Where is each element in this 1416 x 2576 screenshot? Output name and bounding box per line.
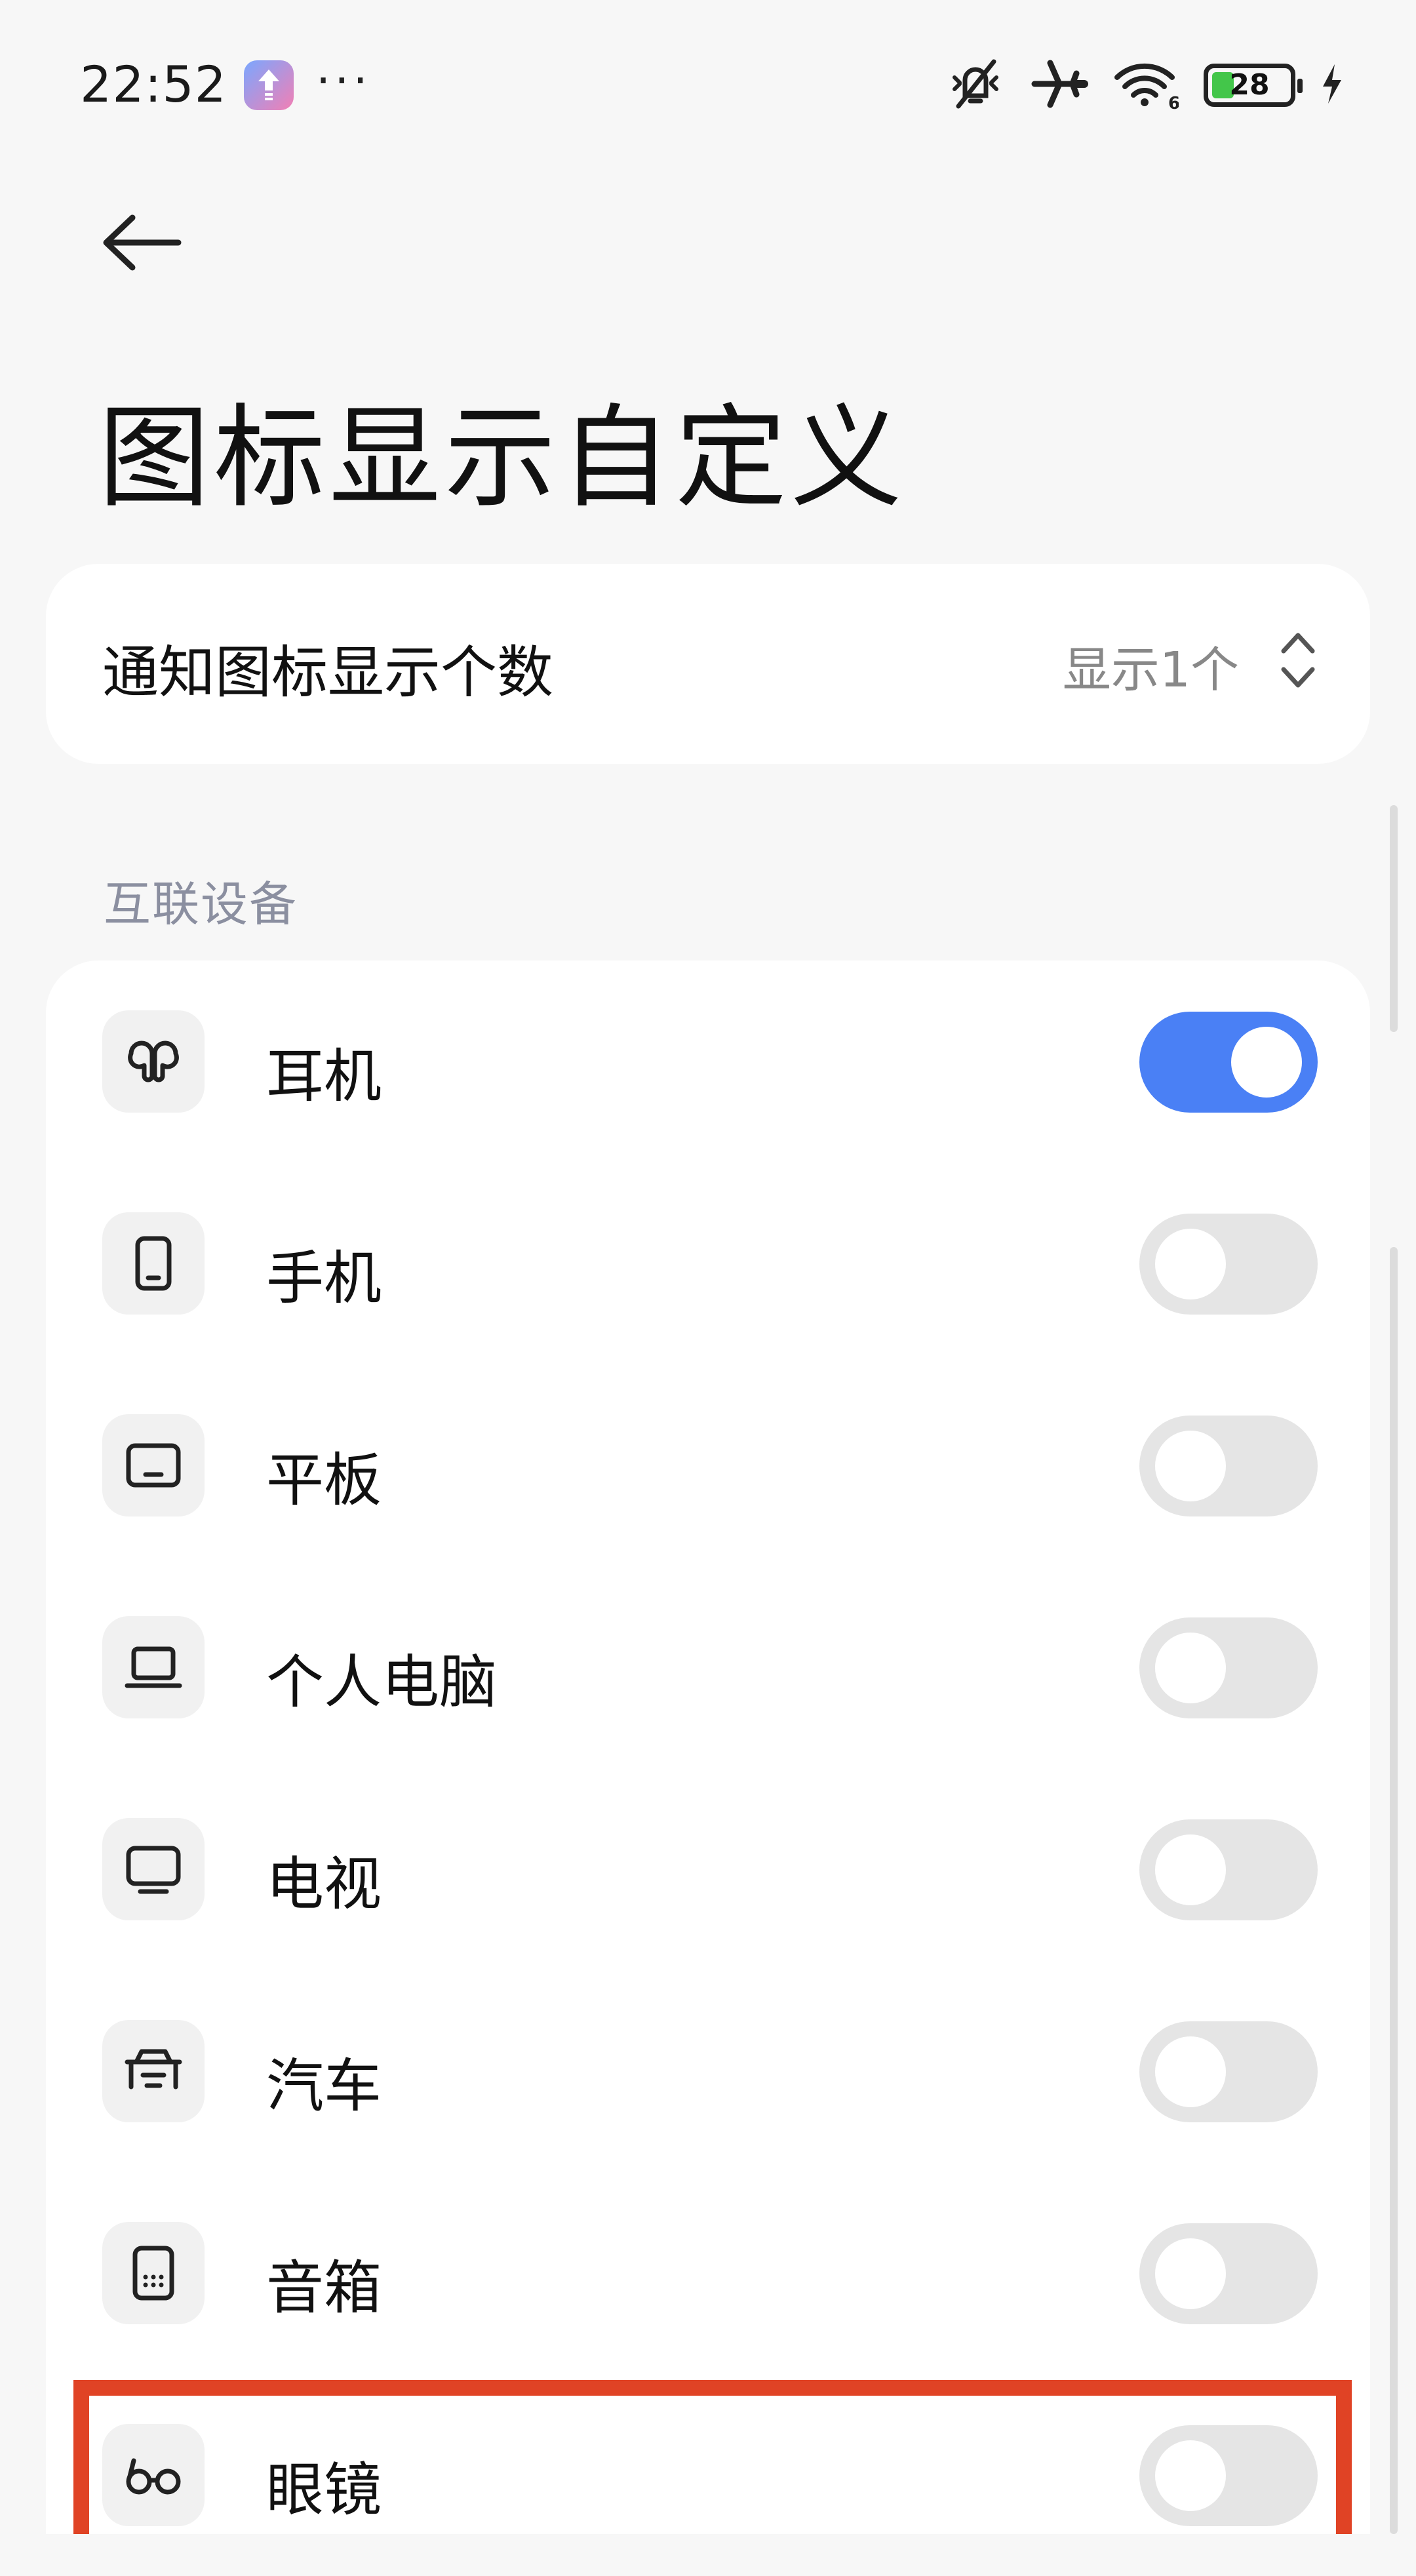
toggle-switch[interactable] <box>1139 1617 1318 1718</box>
app-notification-icon <box>244 60 294 110</box>
device-label: 电视 <box>266 1850 382 1918</box>
device-label: 平板 <box>266 1446 382 1514</box>
device-row-tv[interactable]: 电视 <box>46 1768 1370 1970</box>
device-row-car[interactable]: 汽车 <box>46 1970 1370 2172</box>
page-title: 图标显示自定义 <box>98 393 907 523</box>
tv-icon <box>126 1846 181 1894</box>
device-row-phone[interactable]: 手机 <box>46 1162 1370 1364</box>
scrollbar[interactable] <box>1390 805 1398 1032</box>
device-label: 手机 <box>266 1244 382 1312</box>
toggle-switch[interactable] <box>1139 2021 1318 2122</box>
status-time: 22:52 <box>80 55 227 113</box>
tablet-icon <box>126 1443 181 1488</box>
car-icon <box>125 2049 182 2090</box>
arrow-left-icon <box>103 214 182 271</box>
scrollbar[interactable] <box>1390 1247 1398 2534</box>
phone-icon <box>135 1236 172 1291</box>
device-label: 个人电脑 <box>266 1648 498 1716</box>
device-row-tablet[interactable]: 平板 <box>46 1364 1370 1566</box>
earbuds-icon <box>128 1040 179 1082</box>
device-label: 汽车 <box>266 2052 382 2120</box>
device-row-laptop[interactable]: 个人电脑 <box>46 1566 1370 1768</box>
notification-count-setting[interactable]: 通知图标显示个数 显示1个 <box>46 564 1370 764</box>
more-notifications-icon: ··· <box>316 54 372 108</box>
status-icons: 6 28 <box>945 58 1344 113</box>
highlight-box <box>73 2380 1352 2534</box>
chevron-up-down-icon[interactable] <box>1277 626 1319 694</box>
toggle-switch[interactable] <box>1139 1012 1318 1113</box>
wifi-icon: 6 <box>1113 58 1180 113</box>
battery-level: 28 <box>1229 68 1270 102</box>
speaker-icon <box>132 2246 174 2301</box>
notification-count-value[interactable]: 显示1个 <box>1063 631 1239 701</box>
toggle-switch[interactable] <box>1139 1416 1318 1516</box>
battery-icon: 28 <box>1204 64 1303 107</box>
toggle-switch[interactable] <box>1139 1819 1318 1920</box>
device-label: 音箱 <box>266 2254 382 2322</box>
device-label: 耳机 <box>266 1042 382 1110</box>
toggle-switch[interactable] <box>1139 2223 1318 2324</box>
mute-icon <box>945 58 1006 113</box>
device-row-speaker[interactable]: 音箱 <box>46 2172 1370 2374</box>
notification-count-label: 通知图标显示个数 <box>102 640 553 705</box>
device-row-earbuds[interactable]: 耳机 <box>46 961 1370 1162</box>
laptop-icon <box>125 1646 182 1688</box>
back-button[interactable] <box>98 210 184 275</box>
airplane-icon <box>1031 58 1088 113</box>
toggle-switch[interactable] <box>1139 1214 1318 1315</box>
svg-text:6: 6 <box>1168 94 1179 110</box>
charging-icon <box>1320 63 1344 108</box>
status-bar: 22:52 ··· 6 28 <box>0 0 1416 170</box>
connected-devices-list: 耳机 手机 平板 个人电脑 电视 汽车 音箱 眼镜 <box>46 961 1370 2534</box>
section-title-connected-devices: 互联设备 <box>104 877 298 932</box>
